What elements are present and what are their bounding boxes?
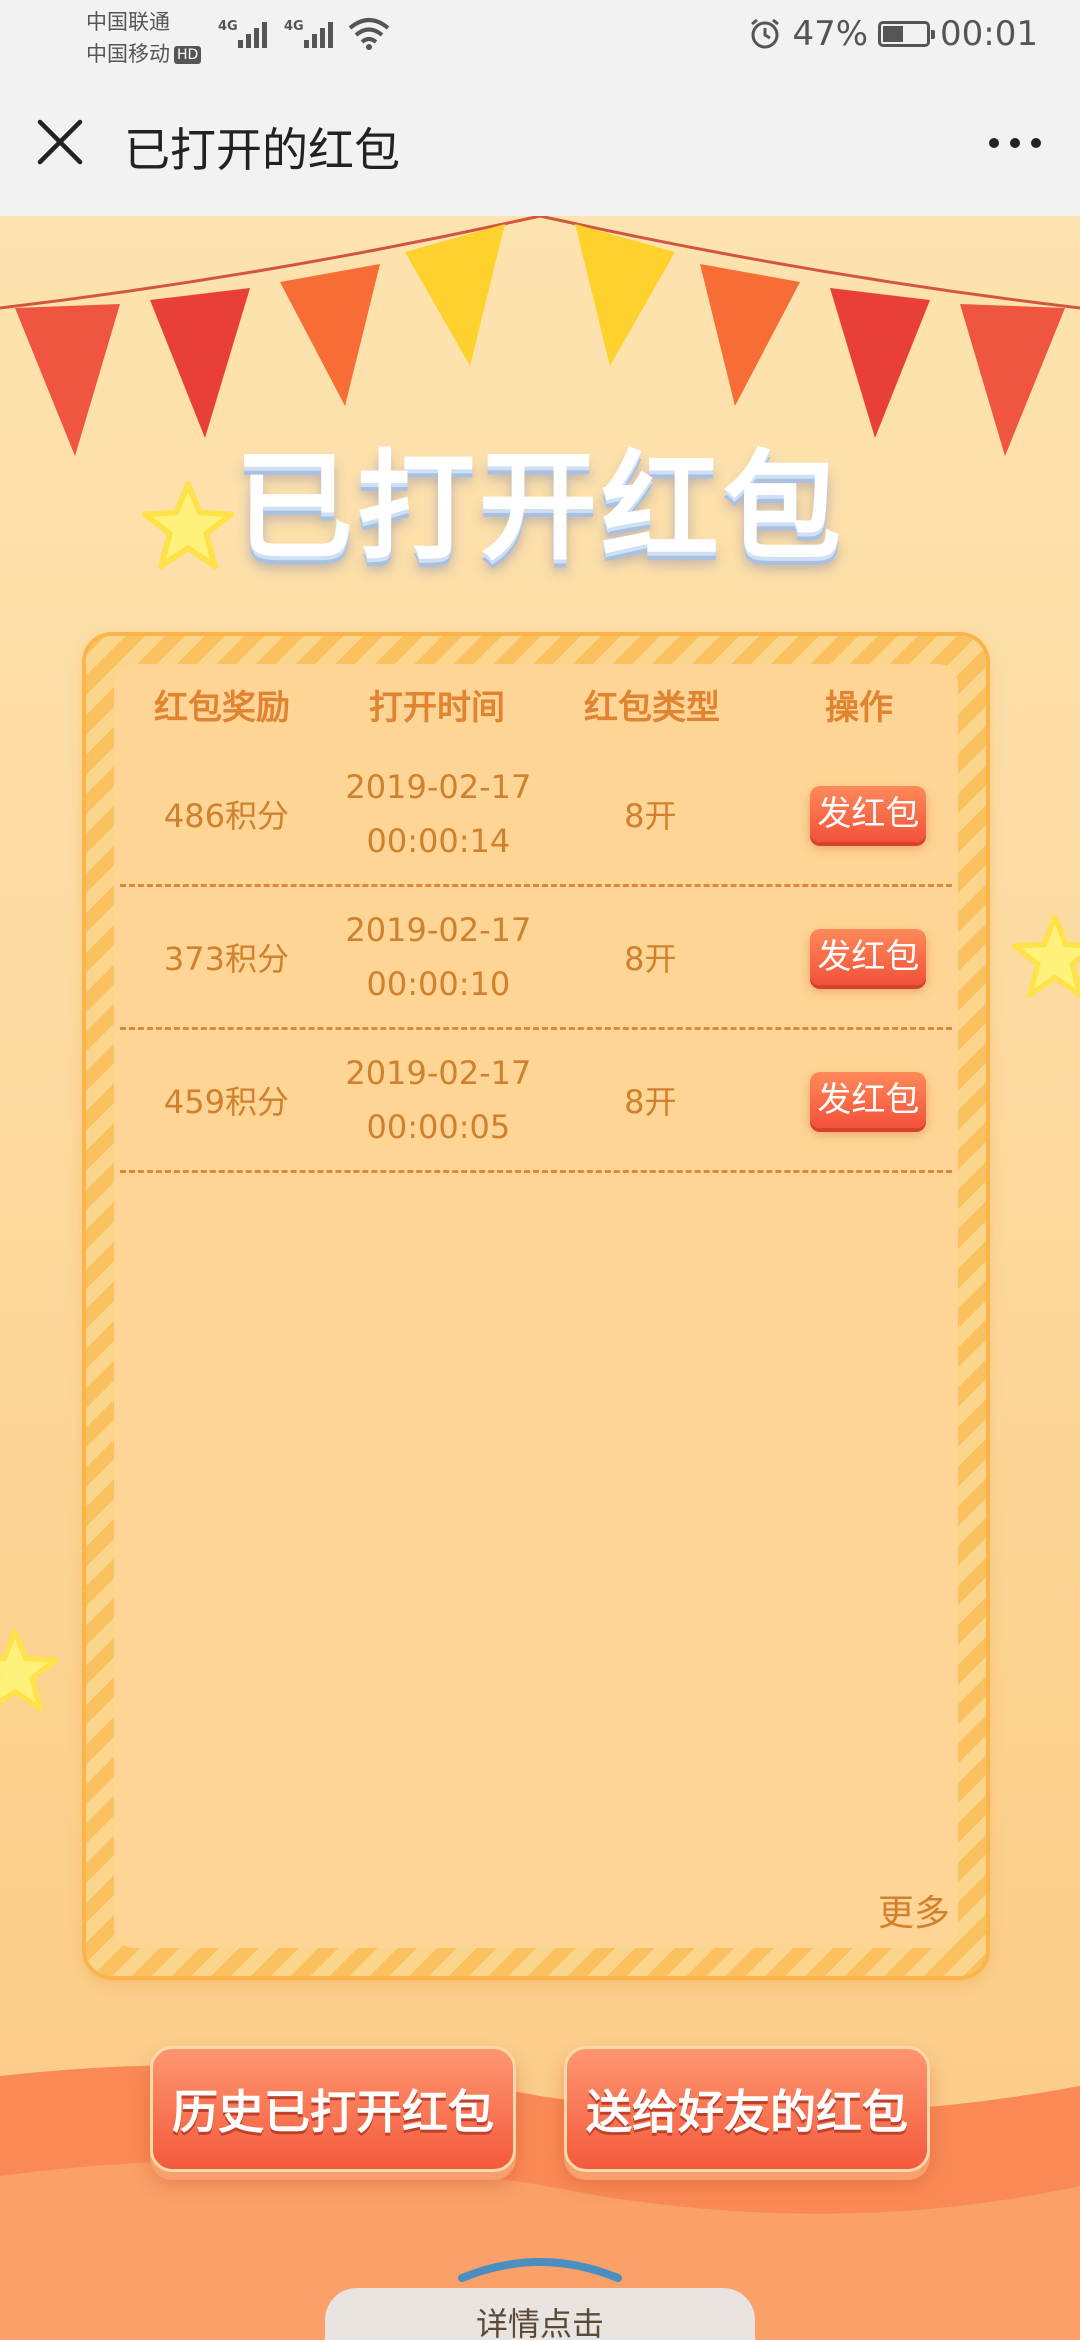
carrier-2-label: 中国移动	[86, 42, 170, 66]
battery-icon	[878, 21, 936, 47]
network-2-label: 4G	[284, 19, 304, 34]
date-value: 2019-02-17	[345, 911, 532, 949]
title-bar: 已打开的红包	[0, 74, 1080, 216]
table-row: 459积分 2019-02-17 00:00:05 8开 发红包	[120, 1030, 952, 1173]
send-red-packet-button[interactable]: 发红包	[810, 929, 927, 985]
action-cell: 发红包	[757, 1072, 952, 1128]
signal-icon-2: 4G	[284, 19, 333, 48]
time-value: 00:00:10	[366, 965, 511, 1003]
reward-cell: 486积分	[163, 797, 289, 835]
carrier-2: 中国移动 HD	[86, 38, 202, 68]
signal-icon: 4G	[218, 19, 267, 48]
reward-cell: 459积分	[163, 1083, 289, 1121]
star-icon	[141, 480, 235, 570]
type-cell: 8开	[624, 797, 677, 835]
star-icon-right	[1011, 914, 1080, 998]
time-cell: 2019-02-17 00:00:14	[333, 760, 544, 868]
history-opened-button[interactable]: 历史已打开红包	[150, 2046, 516, 2172]
time-value: 00:00:14	[366, 822, 511, 860]
time-cell: 2019-02-17 00:00:10	[333, 903, 544, 1011]
table-header: 红包奖励 打开时间 红包类型 操作	[114, 664, 958, 744]
sent-to-friends-button[interactable]: 送给好友的红包	[564, 2046, 930, 2172]
page-title: 已打开的红包	[124, 123, 400, 177]
chevron-up-icon	[458, 2258, 622, 2282]
status-right: 47% 00:01	[748, 14, 1038, 54]
action-cell: 发红包	[757, 929, 952, 985]
date-value: 2019-02-17	[345, 1054, 532, 1092]
wifi-icon	[348, 18, 390, 50]
main-content: 已打开红包 红包奖励 打开时间 红包类型 操作 486积分 2019-02-17…	[0, 216, 1080, 2340]
reward-cell: 373积分	[163, 940, 289, 978]
star-icon-left	[0, 1628, 59, 1712]
table-panel: 红包奖励 打开时间 红包类型 操作 486积分 2019-02-17 00:00…	[114, 664, 958, 1948]
column-header-type: 红包类型	[584, 687, 720, 728]
network-1-label: 4G	[218, 19, 238, 34]
send-red-packet-button[interactable]: 发红包	[810, 786, 927, 842]
column-header-action: 操作	[825, 687, 893, 728]
clock: 00:01	[940, 14, 1038, 54]
date-value: 2019-02-17	[345, 768, 532, 806]
alarm-icon	[751, 18, 780, 49]
column-header-time: 打开时间	[369, 687, 505, 728]
table-row: 373积分 2019-02-17 00:00:10 8开 发红包	[120, 887, 952, 1030]
carrier-1: 中国联通	[86, 10, 170, 34]
hd-badge: HD	[174, 46, 202, 64]
more-dots-icon[interactable]	[980, 118, 1050, 168]
time-value: 00:00:05	[366, 1108, 511, 1146]
close-icon[interactable]	[30, 112, 90, 172]
more-link[interactable]: 更多	[878, 1884, 950, 1936]
type-cell: 8开	[624, 1083, 677, 1121]
battery-percent: 47%	[792, 14, 869, 54]
status-bar: 中国联通 中国移动 HD 4G 4G 47% 00:01	[0, 0, 1080, 74]
type-cell: 8开	[624, 940, 677, 978]
battery-fill	[883, 26, 904, 42]
send-red-packet-button[interactable]: 发红包	[810, 1072, 927, 1128]
detail-button[interactable]: 详情点击	[325, 2288, 755, 2340]
action-cell: 发红包	[757, 786, 952, 842]
table-row: 486积分 2019-02-17 00:00:14 8开 发红包	[120, 744, 952, 887]
column-header-reward: 红包奖励	[154, 687, 290, 728]
red-packet-table: 红包奖励 打开时间 红包类型 操作 486积分 2019-02-17 00:00…	[86, 636, 986, 1976]
time-cell: 2019-02-17 00:00:05	[333, 1046, 544, 1154]
